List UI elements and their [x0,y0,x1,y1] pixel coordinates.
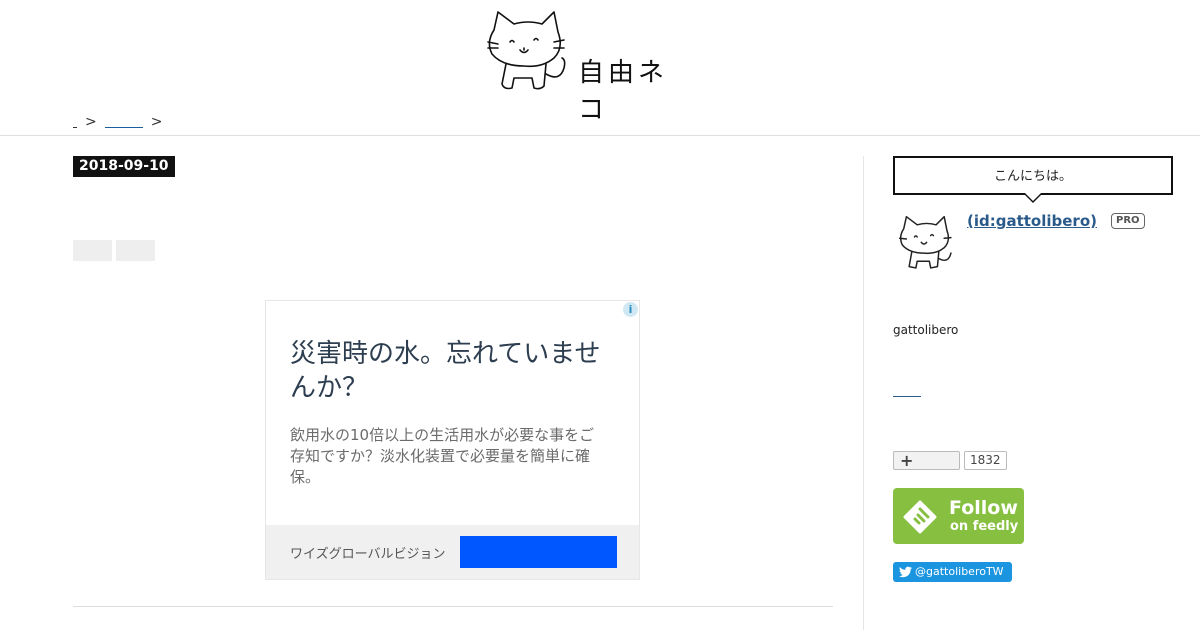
header-divider [0,135,1200,136]
advertisement[interactable]: i 災害時の水。忘れていませんか？ 飲用水の10倍以上の生活用水が必要な事をご存… [265,300,640,580]
twitter-bird-icon [899,566,912,578]
info-icon[interactable]: i [623,302,638,317]
subscribe-button[interactable]: + [893,451,960,470]
breadcrumb: > > [73,114,170,130]
about-link[interactable] [893,396,921,397]
ad-cta-button[interactable] [460,536,617,568]
category-tag[interactable] [116,240,155,261]
reader-count: 1832 [964,451,1007,470]
feedly-follow-label: Follow [949,497,1018,519]
twitter-handle: @gattoliberoTW [915,565,1004,578]
ad-title[interactable]: 災害時の水。忘れていませんか？ [290,337,610,405]
breadcrumb-home-link[interactable] [73,116,77,128]
plus-icon: + [900,451,914,470]
ad-advertiser[interactable]: ワイズグローバルビジョン [290,543,445,562]
pro-badge: PRO [1111,213,1145,229]
feedly-icon [903,500,937,534]
avatar[interactable] [896,214,960,272]
ad-footer: ワイズグローバルビジョン [266,525,639,579]
sidebar-divider [863,156,864,630]
greeting-bubble: こんにちは。 [893,156,1173,195]
site-title: 自由ネコ [578,58,669,125]
article-date[interactable]: 2018-09-10 [73,156,175,177]
cat-logo-icon [487,11,566,90]
breadcrumb-separator: > [150,114,163,130]
breadcrumb-separator: > [85,114,97,130]
feedly-sub-label: on feedly [950,519,1019,534]
site-logo[interactable]: 自由ネコ [484,8,694,125]
ad-description[interactable]: 飲用水の10倍以上の生活用水が必要な事をご存知ですか？淡水化装置で必要量を簡単に… [290,425,605,488]
breadcrumb-category-link[interactable] [104,115,143,128]
category-tag[interactable] [73,240,112,261]
about-text: gattolibero [893,323,959,337]
cat-avatar-icon [898,215,952,269]
feedly-follow-button[interactable]: Follow on feedly [893,488,1024,544]
site-header: 自由ネコ [0,0,1200,125]
twitter-follow-button[interactable]: @gattoliberoTW [893,562,1012,582]
bubble-tail-inner [1025,193,1041,201]
profile-id-link[interactable]: (id:gattolibero) [967,212,1097,230]
content-divider [73,606,833,607]
